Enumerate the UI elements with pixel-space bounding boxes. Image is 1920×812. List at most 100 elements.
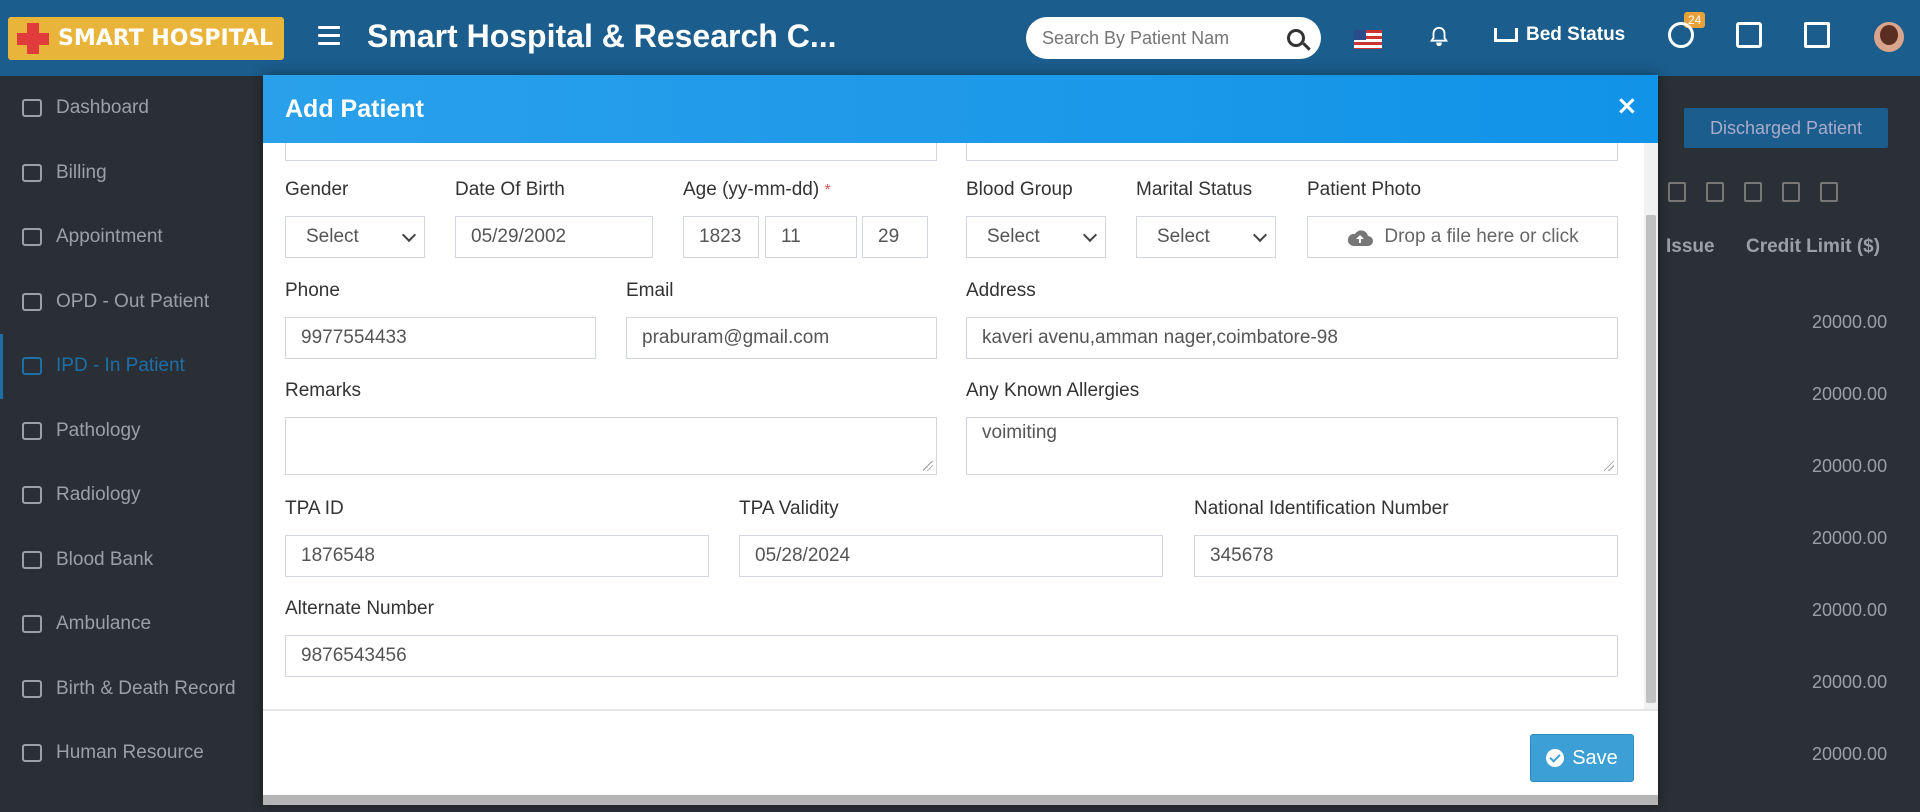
app-title: Smart Hospital & Research C... — [367, 18, 837, 54]
email-label: Email — [626, 280, 674, 301]
sidebar-item-label: Pathology — [56, 419, 141, 441]
age-days-field[interactable]: 29 — [862, 216, 928, 258]
gender-select[interactable]: Select — [285, 216, 425, 258]
modal-footer: Save — [263, 710, 1658, 805]
marital-status-select[interactable]: Select — [1136, 216, 1276, 258]
national-id-field[interactable]: 345678 — [1194, 535, 1618, 577]
hospital-logo[interactable]: SMART HOSPITAL — [8, 17, 284, 60]
scrolled-guardian-field[interactable] — [966, 143, 1618, 161]
chevron-down-icon — [1252, 227, 1268, 242]
sidebar-item-birth-death[interactable]: Birth & Death Record — [0, 657, 264, 722]
sidebar-item-pathology[interactable]: Pathology — [0, 399, 264, 464]
sidebar-item-label: Human Resource — [56, 742, 204, 764]
close-icon[interactable]: × — [1616, 93, 1638, 119]
calendar-icon[interactable] — [1736, 22, 1762, 48]
blood-group-value: Select — [987, 226, 1040, 247]
phone-label: Phone — [285, 280, 340, 301]
allergies-label: Any Known Allergies — [966, 380, 1140, 401]
bed-status-button[interactable]: Bed Status — [1494, 24, 1625, 46]
us-flag-icon[interactable] — [1354, 30, 1382, 49]
credit-limit-cell: 20000.00 — [1812, 672, 1888, 692]
check-circle-icon — [1546, 749, 1565, 767]
email-field[interactable]: praburam@gmail.com — [626, 317, 937, 359]
stethoscope-icon — [22, 292, 42, 311]
credit-limit-cell: 20000.00 — [1812, 600, 1888, 620]
age-years-field[interactable]: 1823 — [683, 216, 759, 258]
sidebar: Dashboard Billing Appointment OPD - Out … — [0, 76, 264, 812]
calendar-check-icon — [22, 228, 42, 247]
tpa-validity-label: TPA Validity — [739, 498, 839, 519]
medical-cross-icon — [8, 17, 58, 60]
credit-limit-cell: 20000.00 — [1812, 456, 1888, 476]
pdf-icon[interactable] — [1782, 182, 1800, 202]
search-icon[interactable] — [1287, 29, 1305, 47]
marital-status-value: Select — [1157, 226, 1210, 247]
alternate-number-field[interactable]: 9876543456 — [285, 635, 1618, 677]
whatsapp-icon[interactable] — [1668, 22, 1694, 48]
column-header-issue[interactable]: Issue — [1666, 236, 1715, 258]
discharged-patient-button[interactable]: Discharged Patient — [1684, 108, 1888, 148]
remarks-label: Remarks — [285, 380, 362, 401]
sidebar-item-ipd[interactable]: IPD - In Patient — [0, 334, 264, 399]
address-label: Address — [966, 280, 1036, 301]
remarks-textarea[interactable] — [285, 417, 937, 475]
modal-body: Gender Select Date Of Birth 05/29/2002 A… — [263, 143, 1658, 710]
gender-label: Gender — [285, 179, 349, 200]
sidebar-item-blood-bank[interactable]: Blood Bank — [0, 528, 264, 593]
dob-label: Date Of Birth — [455, 179, 565, 200]
patient-search-input[interactable] — [1042, 27, 1281, 49]
sidebar-item-label: Appointment — [56, 226, 163, 248]
blood-group-select[interactable]: Select — [966, 216, 1106, 258]
marital-status-label: Marital Status — [1136, 179, 1253, 200]
task-check-icon[interactable] — [1804, 22, 1830, 48]
dob-field[interactable]: 05/29/2002 — [455, 216, 653, 258]
modal-scrollbar[interactable] — [1644, 143, 1658, 709]
excel-icon[interactable] — [1706, 182, 1724, 202]
hamburger-menu-icon[interactable] — [318, 26, 340, 46]
save-button[interactable]: Save — [1530, 734, 1634, 782]
bell-icon[interactable] — [1428, 26, 1449, 48]
sidebar-item-label: Ambulance — [56, 613, 152, 635]
chevron-down-icon — [401, 227, 417, 242]
national-id-label: National Identification Number — [1194, 498, 1449, 519]
allergies-textarea[interactable]: voimiting — [966, 417, 1618, 475]
scrollbar-thumb[interactable] — [1646, 215, 1656, 703]
bed-status-label: Bed Status — [1526, 24, 1626, 45]
resize-grip-icon[interactable] — [923, 461, 933, 471]
microscope-icon — [22, 486, 42, 505]
tpa-validity-field[interactable]: 05/28/2024 — [739, 535, 1163, 577]
sidebar-item-label: Radiology — [56, 484, 141, 506]
horizontal-scrollbar[interactable] — [263, 795, 1658, 805]
droplet-icon — [22, 550, 42, 569]
sidebar-item-human-resource[interactable]: Human Resource — [0, 721, 264, 786]
user-avatar[interactable] — [1874, 22, 1904, 52]
sidebar-item-ambulance[interactable]: Ambulance — [0, 592, 264, 657]
age-months-field[interactable]: 11 — [765, 216, 857, 258]
tpa-id-field[interactable]: 1876548 — [285, 535, 709, 577]
sidebar-item-opd[interactable]: OPD - Out Patient — [0, 270, 264, 335]
sitemap-icon — [22, 744, 42, 763]
credit-limit-cell: 20000.00 — [1812, 528, 1888, 548]
sidebar-item-billing[interactable]: Billing — [0, 141, 264, 206]
phone-field[interactable]: 9977554433 — [285, 317, 596, 359]
copy-icon[interactable] — [1668, 182, 1686, 202]
credit-limit-cell: 20000.00 — [1812, 744, 1888, 764]
sidebar-item-appointment[interactable]: Appointment — [0, 205, 264, 270]
receipt-icon — [22, 163, 42, 182]
family-icon — [22, 679, 42, 698]
scrolled-name-field[interactable] — [285, 143, 937, 161]
resize-grip-icon[interactable] — [1604, 461, 1614, 471]
patient-photo-dropzone[interactable]: Drop a file here or click — [1307, 216, 1618, 258]
bed-icon — [1494, 28, 1518, 42]
sidebar-item-dashboard[interactable]: Dashboard — [0, 76, 264, 141]
bed-icon — [22, 357, 42, 376]
logo-text: SMART HOSPITAL — [58, 26, 273, 51]
sidebar-item-label: Birth & Death Record — [56, 677, 236, 699]
sidebar-item-label: IPD - In Patient — [56, 355, 185, 377]
csv-icon[interactable] — [1744, 182, 1762, 202]
ambulance-icon — [22, 615, 42, 634]
sidebar-item-radiology[interactable]: Radiology — [0, 463, 264, 528]
address-field[interactable]: kaveri avenu,amman nager,coimbatore-98 — [966, 317, 1618, 359]
print-icon[interactable] — [1820, 182, 1838, 202]
column-header-credit-limit[interactable]: Credit Limit ($) — [1746, 236, 1880, 258]
